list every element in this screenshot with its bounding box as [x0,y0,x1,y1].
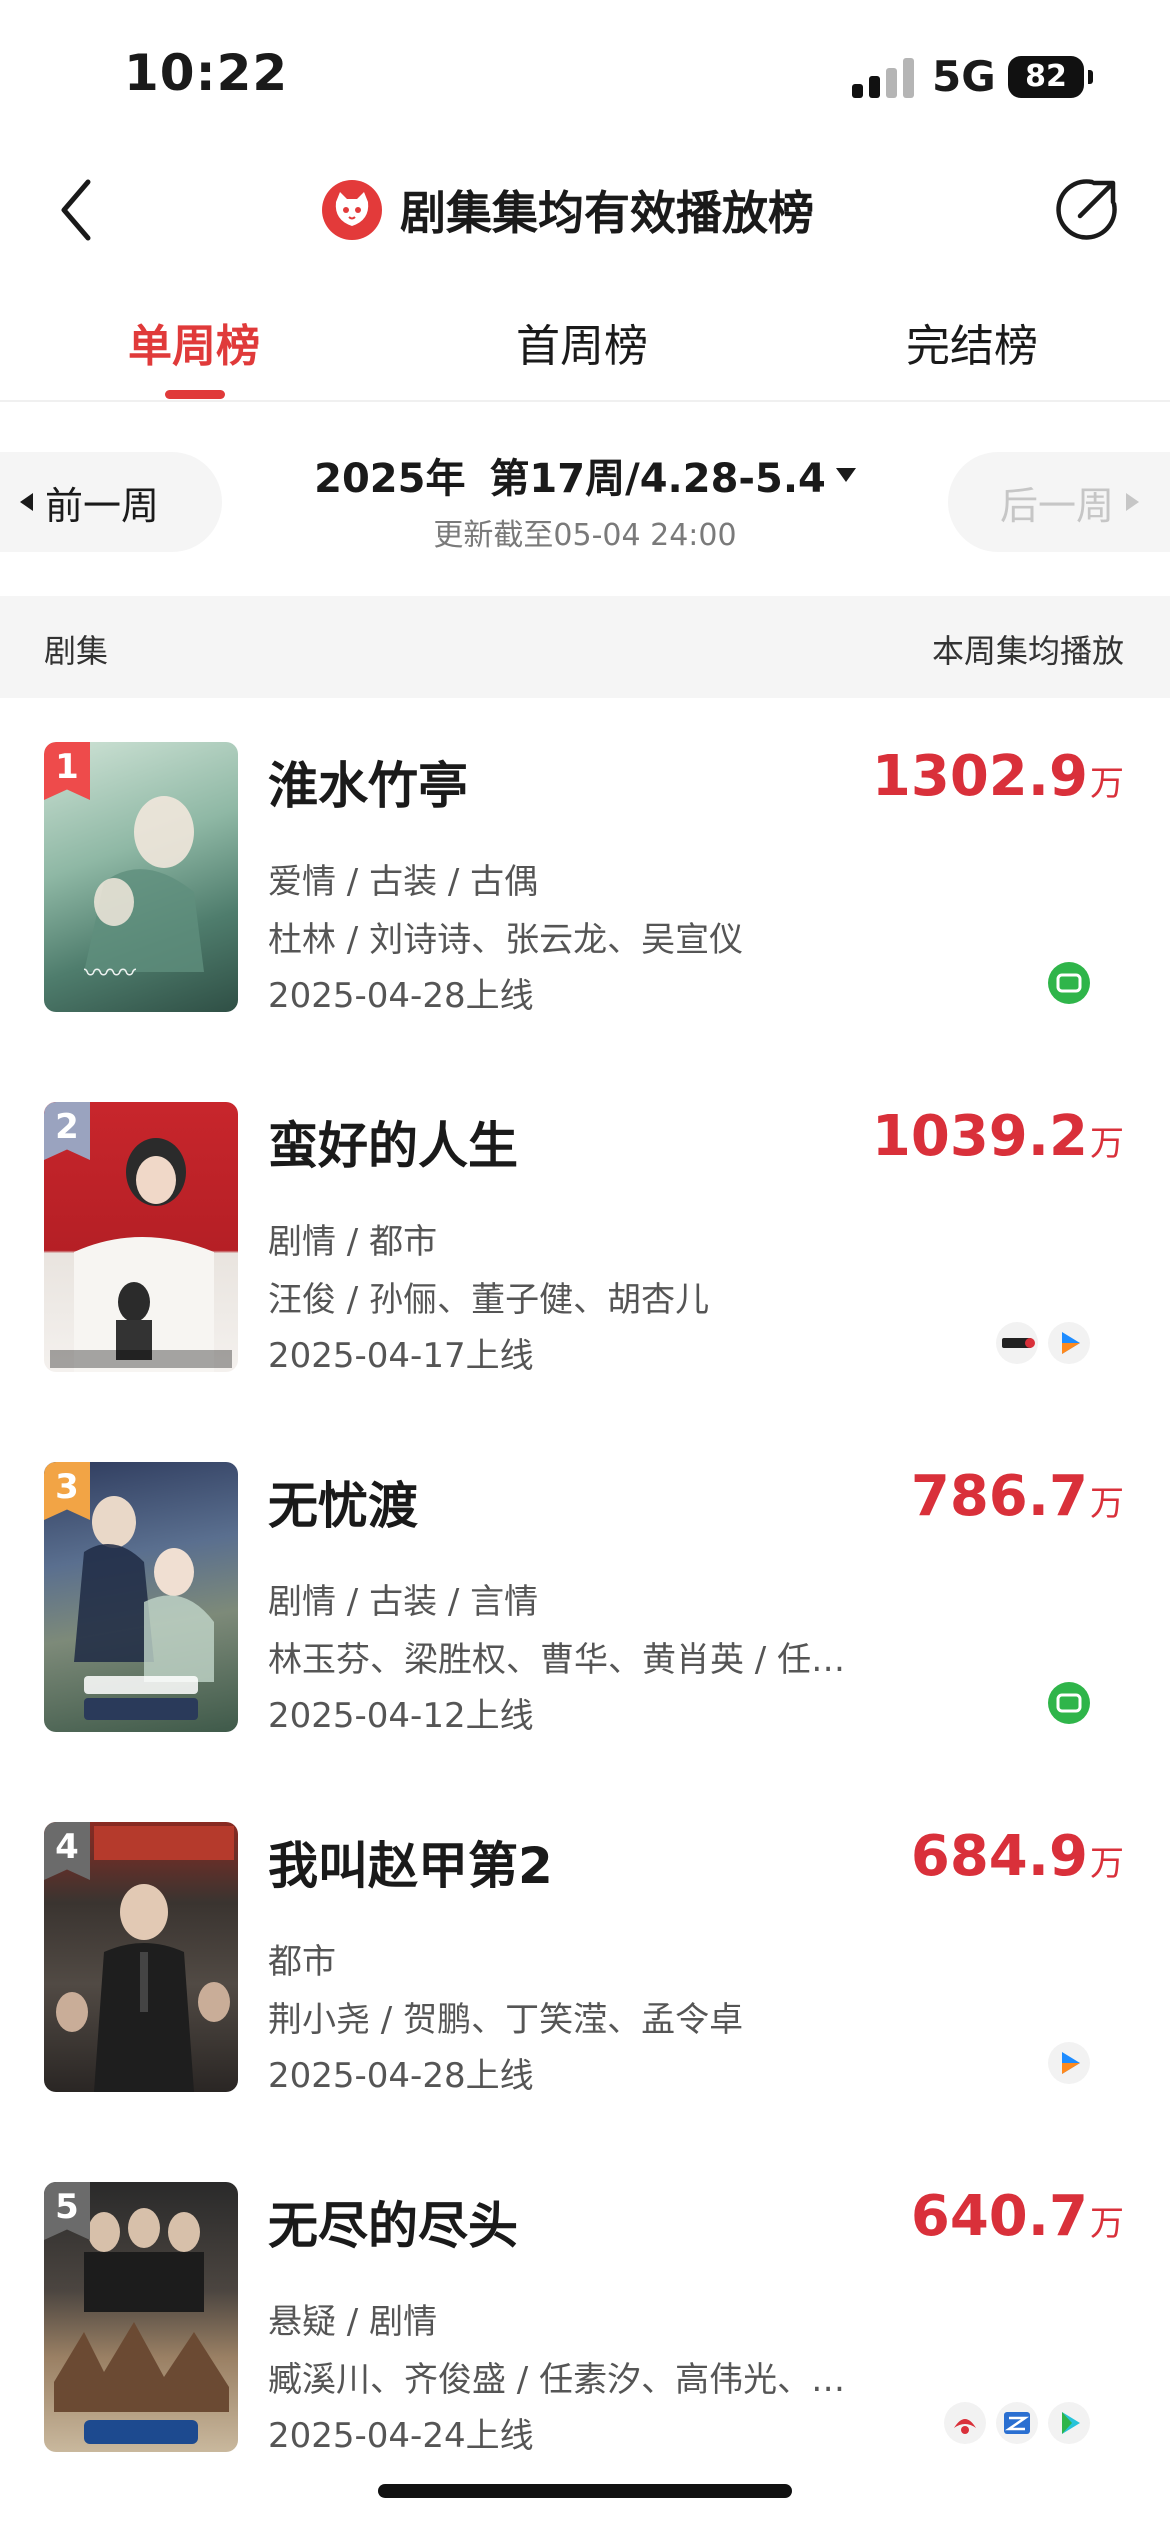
nav-bar: 剧集集均有效播放榜 [0,150,1170,270]
battery-cap [1088,70,1093,84]
director-cast: 林玉芬、梁胜权、曹华、黄肖英 / 任… [268,1640,846,1680]
svg-text:〰〰: 〰〰 [84,959,136,989]
status-time: 10:22 [124,44,289,102]
genre-tags: 都市 [268,1942,336,1982]
back-button[interactable] [48,170,118,250]
chart-row[interactable]: 〰〰 1 淮水竹亭 1302.9万 爱情 / 古装 / 古偶 杜林 / 刘诗诗、… [0,742,1170,1102]
plays-value: 786.7 [910,1464,1088,1529]
release-date: 2025-04-24上线 [268,2416,534,2456]
iqiyi-icon [1048,962,1090,1004]
plays-value: 1302.9 [871,744,1088,809]
iqiyi-icon [1048,1682,1090,1724]
page-title: 剧集集均有效播放榜 [400,186,814,240]
director-cast: 杜林 / 刘诗诗、张云龙、吴宣仪 [268,920,744,960]
next-week-label: 后一周 [1000,483,1115,528]
caret-down-icon [835,468,856,482]
signal-icon [852,58,914,98]
update-time: 更新截至05-04 24:00 [433,518,737,553]
plays-value: 640.7 [910,2184,1088,2249]
home-indicator[interactable] [378,2484,792,2498]
week-range: 第17周/4.28-5.4 [489,456,826,502]
show-title[interactable]: 蛮好的人生 [268,1106,518,1178]
genre-tags: 爱情 / 古装 / 古偶 [268,862,539,902]
director-cast: 荆小尧 / 贺鹏、丁笑滢、孟令卓 [268,2000,744,2040]
chevron-left-icon [61,179,91,241]
plays-unit: 万 [1090,2204,1124,2244]
next-week-button[interactable]: 后一周 [948,452,1170,552]
genre-tags: 剧情 / 古装 / 言情 [268,1582,539,1622]
director-cast: 汪俊 / 孙俪、董子健、胡杏儿 [268,1280,710,1320]
column-weekly-plays: 本周集均播放 [931,632,1124,670]
release-date: 2025-04-17上线 [268,1336,534,1376]
zhejiang-tv-icon [996,2402,1038,2444]
chart-row[interactable]: 4 我叫赵甲第2 684.9万 都市 荆小尧 / 贺鹏、丁笑滢、孟令卓 2025… [0,1822,1170,2182]
weekly-plays: 640.7万 [911,2184,1124,2249]
poster-image: 4 [44,1822,238,2092]
cctv-icon [996,1322,1038,1364]
prev-week-label: 前一周 [45,483,160,528]
title-wrap: 剧集集均有效播放榜 [322,178,814,242]
arrow-left-icon [20,493,33,511]
share-button[interactable] [1052,174,1122,244]
week-dropdown[interactable]: 2025年 第17周/4.28-5.4 [314,446,856,504]
show-title[interactable]: 无尽的尽头 [268,2186,518,2258]
week-picker[interactable]: 2025年 第17周/4.28-5.4 更新截至05-04 24:00 [260,446,910,554]
prev-week-button[interactable]: 前一周 [0,452,222,552]
platform-icons [1048,962,1090,1004]
week-year: 2025年 [314,456,466,502]
chart-row[interactable]: 2 蛮好的人生 1039.2万 剧情 / 都市 汪俊 / 孙俪、董子健、胡杏儿 … [0,1102,1170,1462]
active-tab-indicator [165,390,225,399]
release-date: 2025-04-28上线 [268,976,534,1016]
arrow-right-icon [1126,493,1140,511]
platform-icons [996,1322,1090,1364]
platform-icons [944,2402,1090,2444]
week-selector: 前一周 2025年 第17周/4.28-5.4 更新截至05-04 24:00 … [0,446,1170,558]
tab-first-week[interactable]: 首周榜 [516,310,648,374]
column-series: 剧集 [44,632,109,670]
network-type: 5G [932,52,996,101]
plays-value: 1039.2 [871,1104,1088,1169]
show-title[interactable]: 无忧渡 [268,1466,418,1538]
plays-value: 684.9 [910,1824,1088,1889]
battery-icon: 82 [1008,56,1084,98]
plays-unit: 万 [1090,764,1124,804]
cat-logo-icon [322,180,382,240]
status-bar: 10:22 5G 82 [0,0,1170,150]
tab-weekly[interactable]: 单周榜 [128,310,260,374]
tab-bar: 单周榜 首周榜 完结榜 [0,300,1170,402]
platform-icons [1048,1682,1090,1724]
poster-image: 3 [44,1462,238,1732]
tencent-video-icon [1048,1322,1090,1364]
youku-icon [1048,2402,1090,2444]
poster-image: 〰〰 1 [44,742,238,1012]
show-title[interactable]: 我叫赵甲第2 [268,1826,553,1898]
genre-tags: 剧情 / 都市 [268,1222,438,1262]
dragon-tv-icon [944,2402,986,2444]
chart-row[interactable]: 3 无忧渡 786.7万 剧情 / 古装 / 言情 林玉芬、梁胜权、曹华、黄肖英… [0,1462,1170,1822]
plays-unit: 万 [1090,1124,1124,1164]
share-icon [1056,179,1117,240]
poster-image: 5 [44,2182,238,2452]
director-cast: 臧溪川、齐俊盛 / 任素汐、高伟光、… [268,2360,846,2400]
weekly-plays: 684.9万 [911,1824,1124,1889]
chart-row[interactable]: 5 无尽的尽头 640.7万 悬疑 / 剧情 臧溪川、齐俊盛 / 任素汐、高伟光… [0,2182,1170,2532]
weekly-plays: 1302.9万 [872,744,1124,809]
weekly-plays: 1039.2万 [872,1104,1124,1169]
tab-finished[interactable]: 完结榜 [906,310,1038,374]
release-date: 2025-04-12上线 [268,1696,534,1736]
release-date: 2025-04-28上线 [268,2056,534,2096]
plays-unit: 万 [1090,1484,1124,1524]
show-title[interactable]: 淮水竹亭 [268,746,468,818]
plays-unit: 万 [1090,1844,1124,1884]
genre-tags: 悬疑 / 剧情 [268,2302,438,2342]
tencent-video-icon [1048,2042,1090,2084]
weekly-plays: 786.7万 [911,1464,1124,1529]
poster-image: 2 [44,1102,238,1372]
platform-icons [1048,2042,1090,2084]
list-header: 剧集 本周集均播放 [0,596,1170,698]
